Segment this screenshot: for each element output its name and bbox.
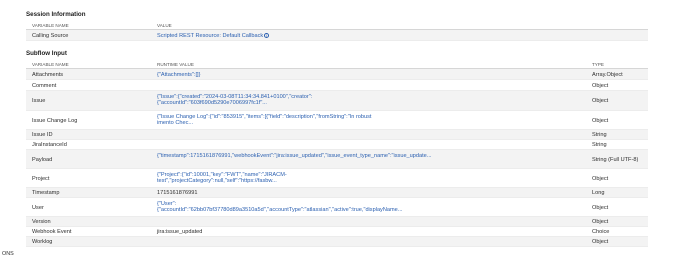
row-type: Object xyxy=(592,219,609,225)
session-information-title: Session Information xyxy=(26,11,86,18)
table-row: Calling Source Scripted REST Resource: D… xyxy=(26,30,648,41)
row-type: Object xyxy=(592,204,609,211)
table-row: Attachments {"Attachments":[]} Array.Obj… xyxy=(26,69,648,80)
session-table: VARIABLE NAME VALUE Calling Source Scrip… xyxy=(26,21,648,41)
table-row: JiraInstanceId String xyxy=(26,140,648,150)
table-row: Issue {"Issue":{"created":"2024-03-08T11… xyxy=(26,91,648,111)
info-icon[interactable]: i xyxy=(264,32,270,38)
calling-source-link[interactable]: Scripted REST Resource: Default Callback… xyxy=(157,33,372,39)
row-name: JiraInstanceId xyxy=(32,142,67,148)
subflow-table: VARIABLE NAME RUNTIME VALUE TYPE Attachm… xyxy=(26,60,648,247)
row-name: Comment xyxy=(32,82,57,89)
row-type: Long xyxy=(592,190,605,196)
table-row: Payload {"timestamp":1715161876991,"webh… xyxy=(26,150,648,169)
row-value: jira:issue_updated xyxy=(157,229,203,235)
row-value-link[interactable]: {"Attachments":[]} xyxy=(157,72,372,78)
row-name: Version xyxy=(32,219,51,225)
table-row: Comment Object xyxy=(26,80,648,91)
row-type: Object xyxy=(592,82,609,89)
row-type: Choice xyxy=(592,229,610,235)
row-value: 1715161876991 xyxy=(157,190,198,196)
col-runtime-value: RUNTIME VALUE xyxy=(157,62,194,67)
table-row: Project {"Project":{"id":10001,"key":"FW… xyxy=(26,169,648,188)
row-type: String xyxy=(592,132,607,138)
row-type: Object xyxy=(592,239,609,245)
row-type: String (Full UTF-8) xyxy=(592,156,639,163)
calling-source-label: Calling Source xyxy=(32,32,69,39)
row-name: Issue ID xyxy=(32,132,53,138)
table-row: Version Object xyxy=(26,217,648,227)
row-name: Issue xyxy=(32,98,46,104)
row-type: Object xyxy=(592,98,609,104)
calling-source-value[interactable]: Scripted REST Resource: Default Callback xyxy=(157,33,263,39)
col-variable-name: VARIABLE NAME xyxy=(32,62,69,67)
subflow-input-title: Subflow Input xyxy=(26,50,67,57)
table-row: Issue ID String xyxy=(26,130,648,140)
row-name: Payload xyxy=(32,156,53,163)
row-value-link[interactable]: {"Issue Change Log":{"id":"853915","item… xyxy=(157,114,372,127)
row-value-link[interactable]: {"User":{"accountId":"62bb07bf37780d89a3… xyxy=(157,201,402,214)
row-value-link[interactable]: {"Issue":{"created":"2024-03-08T11:34:34… xyxy=(157,94,372,107)
col-value: VALUE xyxy=(157,23,172,28)
row-value-link[interactable]: {"Project":{"id":10001,"key":"FWT","name… xyxy=(157,172,372,185)
row-type: Array.Object xyxy=(592,71,623,78)
row-value-link[interactable]: {"timestamp":1715161876991,"webhookEvent… xyxy=(157,153,431,159)
table-row: Timestamp 1715161876991 Long xyxy=(26,188,648,198)
row-name: Attachments xyxy=(32,71,64,78)
col-type: TYPE xyxy=(592,62,604,67)
row-type: String xyxy=(592,142,607,148)
row-name: Project xyxy=(32,175,50,182)
row-type: Object xyxy=(592,117,609,124)
footer-label: ONS xyxy=(2,251,14,257)
row-name: Webhook Event xyxy=(32,229,72,235)
row-name: User xyxy=(32,204,44,211)
subflow-table-header: VARIABLE NAME RUNTIME VALUE TYPE xyxy=(26,60,648,69)
row-type: Object xyxy=(592,175,609,182)
row-name: Worklog xyxy=(32,239,53,245)
session-table-header: VARIABLE NAME VALUE xyxy=(26,21,648,30)
table-row: User {"User":{"accountId":"62bb07bf37780… xyxy=(26,198,648,217)
table-row: Worklog Object xyxy=(26,237,648,247)
col-variable-name: VARIABLE NAME xyxy=(32,23,69,28)
table-row: Issue Change Log {"Issue Change Log":{"i… xyxy=(26,111,648,130)
row-name: Timestamp xyxy=(32,190,60,196)
table-row: Webhook Event jira:issue_updated Choice xyxy=(26,227,648,237)
row-name: Issue Change Log xyxy=(32,117,78,124)
